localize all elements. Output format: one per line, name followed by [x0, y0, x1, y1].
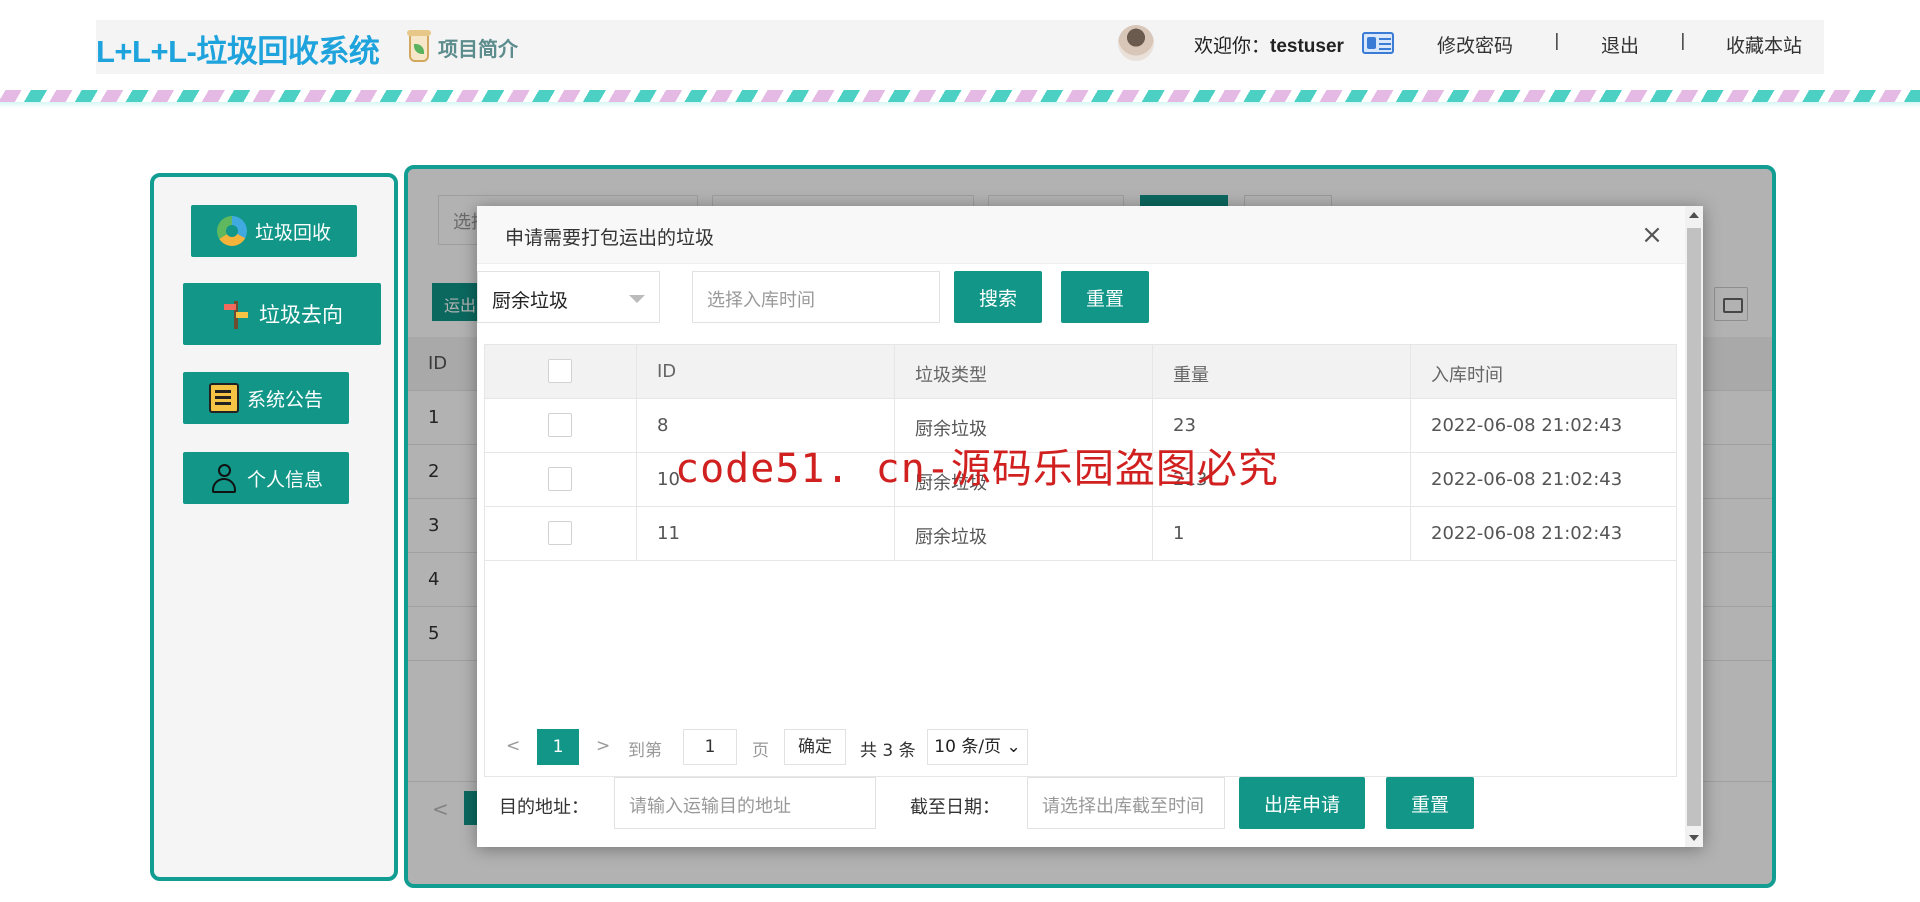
col-time[interactable]: 入库时间 — [1411, 345, 1676, 399]
welcome-text: 欢迎你：testuser — [1194, 35, 1344, 57]
modal-title: 申请需要打包运出的垃圾 — [477, 206, 1687, 264]
sidebar-item-label: 垃圾去向 — [259, 303, 343, 327]
row-select-cell — [485, 453, 637, 507]
cell-type: 厨余垃圾 — [895, 507, 1153, 561]
per-page-select[interactable]: 10 条/页 ⌄ — [927, 729, 1028, 765]
goto-page-input[interactable]: 1 — [683, 729, 737, 765]
goto-confirm-button[interactable]: 确定 — [784, 729, 846, 765]
header-separator: | — [1680, 31, 1686, 51]
bookmark-link[interactable]: 收藏本站 — [1726, 31, 1802, 58]
modal-scrollbar[interactable] — [1685, 206, 1703, 847]
signpost-icon — [221, 299, 251, 329]
sidebar-item-profile[interactable]: 个人信息 — [183, 452, 349, 504]
goto-label: 到第 — [628, 741, 662, 761]
sidebar-item-label: 系统公告 — [246, 388, 323, 411]
site-logo[interactable]: L+L+L-垃圾回收系统 — [96, 26, 380, 71]
notice-board-icon — [208, 383, 239, 413]
prev-page-button[interactable]: < — [506, 736, 520, 756]
cell-time: 2022-06-08 21:02:43 — [1431, 415, 1623, 436]
chevron-down-icon — [629, 295, 645, 303]
col-type[interactable]: 垃圾类型 — [895, 345, 1153, 399]
deadline-label: 截至日期： — [910, 797, 1000, 818]
cup-icon — [406, 30, 432, 64]
row-checkbox[interactable] — [548, 521, 572, 545]
logout-link[interactable]: 退出 — [1601, 31, 1639, 58]
change-password-link[interactable]: 修改密码 — [1437, 31, 1513, 58]
pagination: < 1 > 到第 1 页 确定 共 3 条 10 条/页 ⌄ — [484, 716, 1677, 776]
sidebar-item-notice[interactable]: 系统公告 — [183, 372, 349, 424]
garbage-type-value: 厨余垃圾 — [492, 290, 569, 312]
avatar — [1118, 25, 1154, 61]
garbage-type-select[interactable]: 厨余垃圾 — [477, 271, 660, 323]
sidebar-item-destination[interactable]: 垃圾去向 — [183, 283, 381, 345]
reset-form-button[interactable]: 重置 — [1386, 777, 1474, 829]
table-header-row: ID 垃圾类型 重量 入库时间 — [485, 345, 1676, 399]
page-unit-label: 页 — [752, 741, 769, 761]
row-checkbox[interactable] — [548, 413, 572, 437]
sidebar-item-label: 垃圾回收 — [254, 221, 331, 244]
cell-weight: 1 — [1153, 507, 1411, 561]
destination-label: 目的地址： — [499, 797, 589, 818]
submit-outbound-button[interactable]: 出库申请 — [1239, 777, 1365, 829]
sidebar-item-recycle[interactable]: 垃圾回收 — [191, 205, 357, 257]
page-1-button[interactable]: 1 — [537, 729, 579, 765]
header-stripe-fade — [0, 102, 1920, 108]
col-weight[interactable]: 重量 — [1153, 345, 1411, 399]
sidebar-item-label: 个人信息 — [246, 468, 323, 491]
user-icon — [209, 463, 239, 493]
table-row[interactable]: 11 厨余垃圾 1 2022-06-08 21:02:43 — [485, 507, 1676, 561]
project-intro-link[interactable]: 项目简介 — [406, 28, 518, 66]
username: testuser — [1270, 36, 1344, 57]
garbage-table: ID 垃圾类型 重量 入库时间 8 厨余垃圾 23 2022-06-08 21:… — [484, 344, 1677, 777]
header-separator: | — [1554, 31, 1560, 51]
apply-modal: 申请需要打包运出的垃圾 × 厨余垃圾 选择入库时间 搜索 重置 ID 垃圾类型 … — [477, 206, 1703, 847]
col-id[interactable]: ID — [637, 345, 895, 399]
project-intro-label: 项目简介 — [438, 36, 518, 61]
row-checkbox[interactable] — [548, 467, 572, 491]
search-button[interactable]: 搜索 — [954, 271, 1042, 323]
cell-time: 2022-06-08 21:02:43 — [1431, 469, 1623, 490]
next-page-button[interactable]: > — [596, 736, 610, 756]
id-card-icon[interactable] — [1362, 32, 1394, 54]
cell-id: 11 — [637, 507, 895, 561]
cell-time: 2022-06-08 21:02:43 — [1431, 523, 1623, 544]
total-count: 共 3 条 — [860, 741, 916, 761]
watermark-text: code51. cn-源码乐园盗图必究 — [675, 446, 1279, 492]
close-icon[interactable]: × — [1637, 220, 1667, 250]
sidebar: 垃圾回收 垃圾去向 系统公告 个人信息 — [150, 173, 398, 881]
header-stripe — [0, 90, 1920, 102]
select-all-checkbox[interactable] — [548, 359, 572, 383]
destination-input[interactable]: 请输入运输目的地址 — [614, 777, 876, 829]
storage-date-input[interactable]: 选择入库时间 — [692, 271, 940, 323]
select-all-cell — [485, 345, 637, 399]
deadline-input[interactable]: 请选择出库截至时间 — [1027, 777, 1225, 829]
row-select-cell — [485, 507, 637, 561]
reset-filter-button[interactable]: 重置 — [1061, 271, 1149, 323]
recycle-icon — [216, 216, 247, 246]
row-select-cell — [485, 399, 637, 453]
top-header: L+L+L-垃圾回收系统 项目简介 欢迎你：testuser 修改密码 | 退出… — [96, 20, 1824, 74]
